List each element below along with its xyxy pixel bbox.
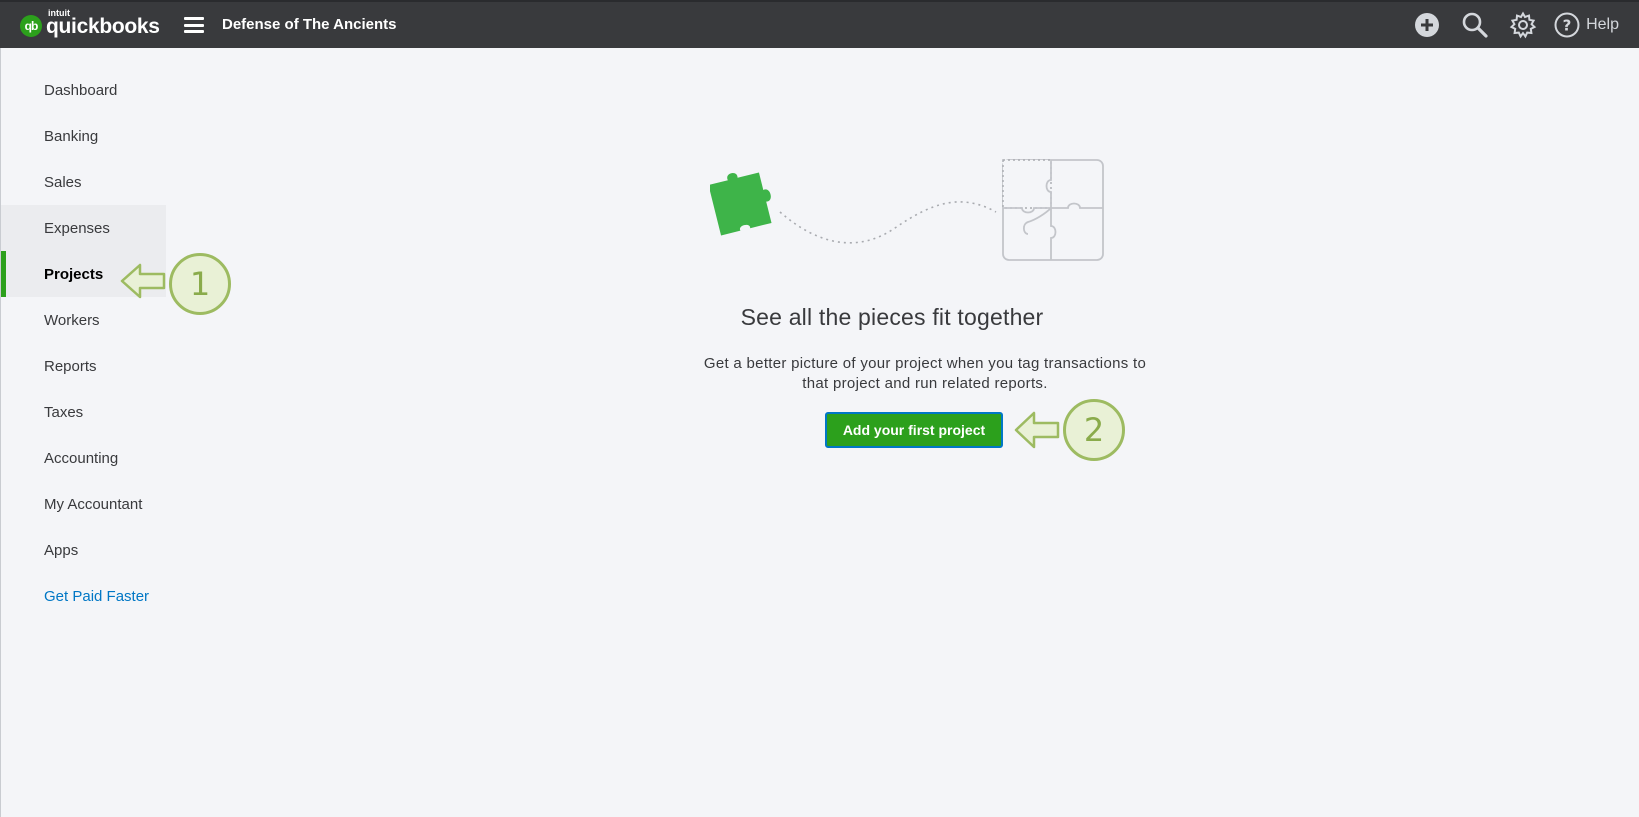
sidebar-nav: Dashboard Banking Sales Expenses Project… [0, 48, 166, 817]
sidebar-item-accounting[interactable]: Accounting [1, 435, 166, 481]
callout-2-badge: 2 [1063, 399, 1125, 461]
quickbooks-logo[interactable]: qb intuit quickbooks [20, 7, 160, 41]
sidebar-item-sales[interactable]: Sales [1, 159, 166, 205]
help-button[interactable]: ? Help [1554, 12, 1619, 38]
callout-2-arrow-icon [1014, 411, 1060, 449]
plus-circle-icon[interactable] [1410, 8, 1444, 42]
projects-empty-state: See all the pieces fit together Get a be… [165, 48, 1639, 817]
puzzle-pieces-illustration [710, 159, 1104, 261]
sidebar-item-get-paid-faster[interactable]: Get Paid Faster [1, 573, 166, 619]
quickbooks-logo-icon: qb [20, 15, 42, 37]
svg-text:?: ? [1563, 17, 1572, 35]
gear-icon[interactable] [1506, 8, 1540, 42]
logo-name-text: quickbooks [46, 14, 160, 38]
sidebar-item-taxes[interactable]: Taxes [1, 389, 166, 435]
sidebar-item-workers[interactable]: Workers [1, 297, 166, 343]
sidebar-item-apps[interactable]: Apps [1, 527, 166, 573]
top-toolbar: ? Help [1410, 2, 1639, 48]
help-label: Help [1586, 16, 1619, 33]
callout-1-arrow-icon [120, 263, 166, 299]
company-name: Defense of The Ancients [222, 16, 397, 33]
logo-intuit-text: intuit [48, 7, 70, 18]
add-first-project-button[interactable]: Add your first project [825, 412, 1003, 448]
help-icon: ? [1554, 12, 1580, 38]
menu-toggle-icon[interactable] [184, 16, 204, 34]
empty-state-headline: See all the pieces fit together [740, 304, 1044, 330]
sidebar-item-reports[interactable]: Reports [1, 343, 166, 389]
search-icon[interactable] [1458, 8, 1492, 42]
empty-state-description: Get a better picture of your project whe… [703, 355, 1147, 392]
sidebar-item-dashboard[interactable]: Dashboard [1, 67, 166, 113]
sidebar-item-my-accountant[interactable]: My Accountant [1, 481, 166, 527]
sidebar-item-banking[interactable]: Banking [1, 113, 166, 159]
sidebar-item-expenses[interactable]: Expenses [1, 205, 166, 251]
top-bar: qb intuit quickbooks Defense of The Anci… [0, 0, 1639, 48]
